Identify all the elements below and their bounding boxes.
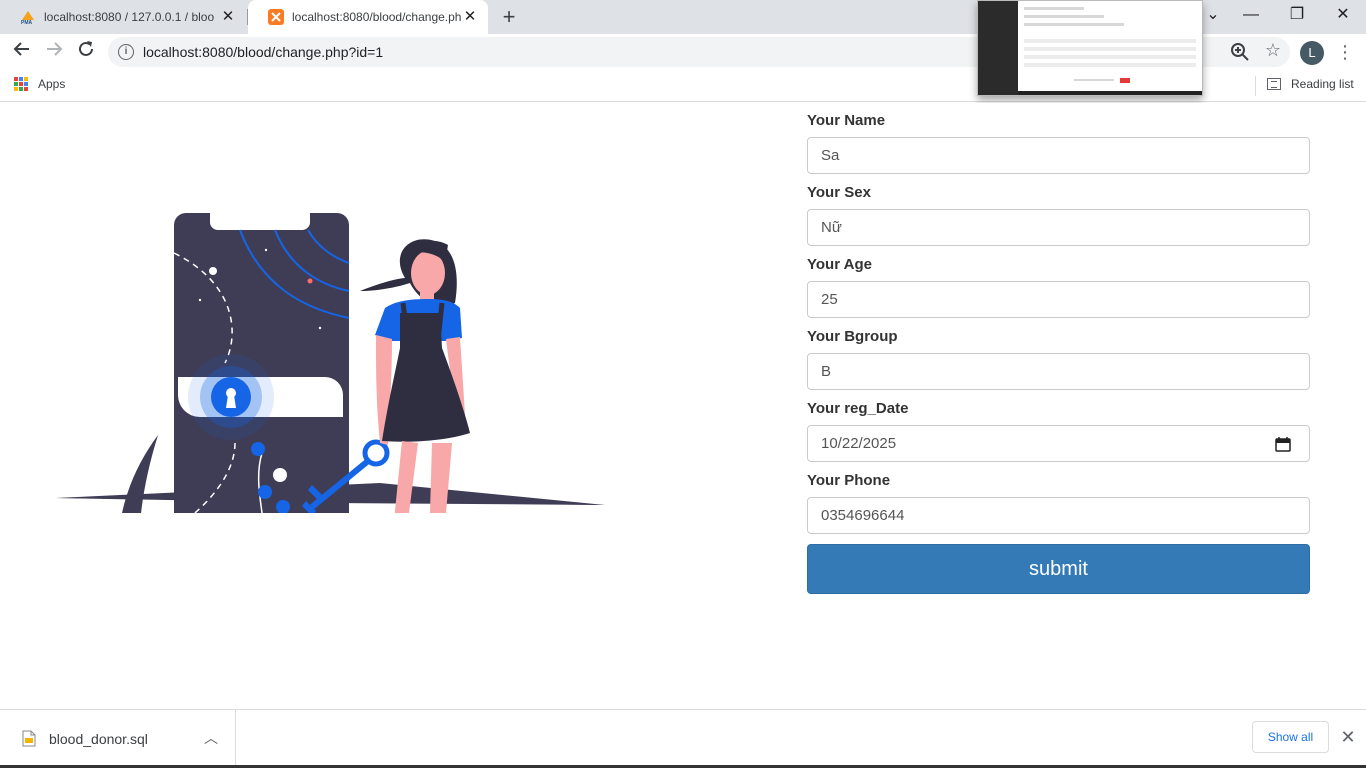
apps-shortcut[interactable]: Apps [14, 77, 65, 91]
reading-list-label: Reading list [1291, 77, 1354, 91]
download-shelf: blood_donor.sql ︿ Show all ✕ [0, 709, 1366, 768]
forward-button[interactable] [42, 40, 66, 64]
url-input[interactable] [143, 44, 1043, 60]
xampp-icon [268, 9, 284, 25]
close-window-button[interactable]: ✕ [1320, 0, 1366, 30]
reg-date-value: 10/22/2025 [821, 435, 897, 452]
age-field[interactable]: 25 [807, 281, 1310, 318]
chevron-up-icon[interactable]: ︿ [204, 728, 218, 748]
tab-change-page[interactable]: localhost:8080/blood/change.php?id=1 ✕ [248, 0, 488, 34]
profile-avatar[interactable]: L [1300, 41, 1324, 65]
menu-kebab-icon[interactable]: ⋮ [1336, 40, 1354, 64]
forward-arrow-icon [47, 42, 63, 56]
site-info-icon[interactable]: i [118, 44, 134, 60]
tab-title: localhost:8080/blood/change.php?id=1 [292, 10, 462, 24]
download-file-name: blood_donor.sql [49, 731, 148, 747]
name-label: Your Name [807, 112, 886, 129]
restore-button[interactable]: ❐ [1274, 0, 1320, 30]
reg-date-label: Your reg_Date [807, 400, 909, 417]
bgroup-field[interactable]: B [807, 353, 1310, 390]
close-tab-icon[interactable]: ✕ [462, 9, 478, 25]
download-item[interactable]: blood_donor.sql ︿ [0, 710, 236, 767]
bookmarks-divider [1255, 76, 1256, 96]
svg-text:PMA: PMA [21, 20, 33, 25]
zoom-icon[interactable] [1230, 42, 1250, 62]
bgroup-label: Your Bgroup [807, 328, 898, 345]
new-tab-button[interactable]: + [497, 5, 521, 29]
reading-list-button[interactable]: Reading list [1267, 77, 1354, 91]
calendar-icon[interactable] [1275, 436, 1291, 452]
tab-phpmyadmin[interactable]: PMA localhost:8080 / 127.0.0.1 / blood_d… [0, 0, 246, 34]
apps-grid-icon [14, 77, 28, 91]
age-label: Your Age [807, 256, 873, 273]
donor-edit-form: Your Name Sa Your Sex Nữ Your Age 25 You… [807, 112, 1310, 594]
reload-button[interactable] [74, 40, 98, 64]
sex-label: Your Sex [807, 184, 871, 201]
back-arrow-icon [13, 42, 29, 56]
tab-title: localhost:8080 / 127.0.0.1 / blood_donor [44, 10, 214, 24]
bookmark-star-icon[interactable]: ☆ [1265, 40, 1281, 61]
phone-field[interactable]: 0354696644 [807, 497, 1310, 534]
phpmyadmin-icon: PMA [20, 9, 36, 26]
tab-preview-thumbnail [977, 0, 1203, 96]
close-tab-icon[interactable]: ✕ [220, 9, 236, 25]
back-button[interactable] [10, 40, 34, 64]
unlock-illustration [56, 213, 605, 513]
phone-label: Your Phone [807, 472, 891, 489]
close-shelf-icon[interactable]: ✕ [1339, 727, 1357, 748]
sex-field[interactable]: Nữ [807, 209, 1310, 246]
submit-button[interactable]: submit [807, 544, 1310, 594]
minimize-button[interactable]: — [1228, 0, 1274, 30]
show-all-button[interactable]: Show all [1252, 721, 1329, 753]
sql-file-icon [22, 730, 36, 747]
reading-list-icon [1267, 78, 1281, 90]
apps-label: Apps [38, 77, 66, 91]
reload-icon [79, 41, 93, 56]
name-field[interactable]: Sa [807, 137, 1310, 174]
reg-date-field[interactable]: 10/22/2025 [807, 425, 1310, 462]
